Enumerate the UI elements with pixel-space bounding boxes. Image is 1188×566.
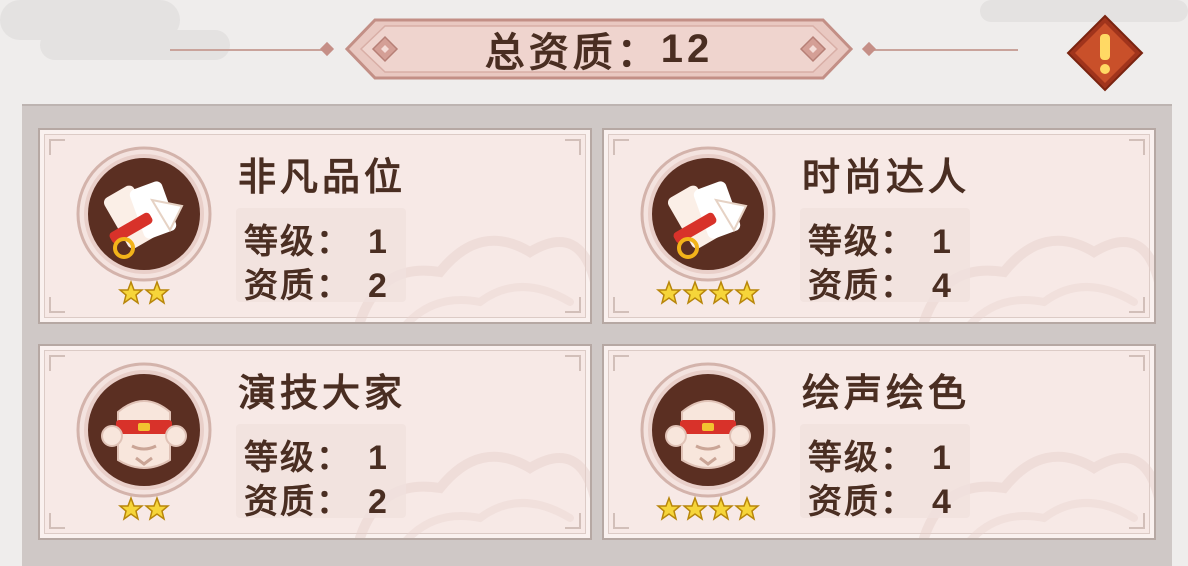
star-icon — [708, 496, 734, 521]
star-icon — [734, 496, 760, 521]
corner-ornament — [565, 139, 581, 155]
exclamation-icon — [1066, 14, 1144, 92]
corner-ornament — [1129, 139, 1145, 155]
skill-name: 时尚达人 — [802, 155, 971, 199]
quality-row: 资质： 4 — [808, 474, 953, 523]
skill-name: 绘声绘色 — [802, 371, 971, 415]
corner-ornament — [1129, 513, 1145, 529]
star-icon — [708, 280, 734, 305]
quality-label: 资质： — [808, 482, 916, 522]
level-row: 等级： 1 — [808, 214, 953, 263]
skill-card[interactable]: 演技大家 等级： 1 资质： 2 — [38, 344, 592, 540]
corner-ornament — [613, 355, 629, 371]
corner-ornament — [565, 513, 581, 529]
quality-value: 2 — [368, 483, 389, 521]
level-value: 1 — [368, 439, 389, 477]
level-label: 等级： — [808, 438, 916, 478]
skill-card[interactable]: 时尚达人 等级： 1 资质： 4 — [602, 128, 1156, 324]
star-icon — [682, 496, 708, 521]
skill-icon — [638, 144, 778, 284]
quality-value: 2 — [368, 267, 389, 305]
star-icon — [144, 496, 170, 521]
level-label: 等级： — [808, 222, 916, 262]
quality-row: 资质： 2 — [244, 258, 389, 307]
scroll-icon — [640, 146, 776, 282]
corner-ornament — [565, 355, 581, 371]
quality-value: 4 — [932, 267, 953, 305]
star-icon — [734, 280, 760, 305]
star-rating — [656, 280, 760, 306]
banner-line-right — [868, 49, 1018, 51]
corner-ornament — [565, 297, 581, 313]
opera-mask-icon — [640, 362, 776, 498]
corner-ornament — [613, 297, 629, 313]
level-value: 1 — [368, 223, 389, 261]
star-icon — [118, 496, 144, 521]
level-value: 1 — [932, 439, 953, 477]
quality-label: 资质： — [244, 482, 352, 522]
banner-dot-right — [861, 41, 877, 57]
corner-ornament — [49, 139, 65, 155]
quality-label: 资质： — [808, 266, 916, 306]
star-icon — [656, 496, 682, 521]
total-quality-value: 12 — [660, 26, 714, 71]
corner-ornament — [49, 297, 65, 313]
level-row: 等级： 1 — [244, 214, 389, 263]
corner-ornament — [1129, 355, 1145, 371]
quality-row: 资质： 4 — [808, 258, 953, 307]
star-rating — [118, 496, 170, 522]
level-value: 1 — [932, 223, 953, 261]
quality-value: 4 — [932, 483, 953, 521]
total-quality-label: 总资质： — [484, 30, 661, 76]
total-quality-banner: 总资质： 12 — [345, 18, 853, 80]
corner-ornament — [613, 139, 629, 155]
skill-name: 演技大家 — [238, 371, 407, 415]
total-quality-text: 总资质： 12 — [345, 18, 853, 80]
quality-row: 资质： 2 — [244, 474, 389, 523]
skill-card[interactable]: 非凡品位 等级： 1 资质： 2 — [38, 128, 592, 324]
level-label: 等级： — [244, 222, 352, 262]
star-rating — [118, 280, 170, 306]
corner-ornament — [49, 355, 65, 371]
star-icon — [682, 280, 708, 305]
star-icon — [144, 280, 170, 305]
star-icon — [656, 280, 682, 305]
quality-label: 资质： — [244, 266, 352, 306]
level-label: 等级： — [244, 438, 352, 478]
skill-card[interactable]: 绘声绘色 等级： 1 资质： 4 — [602, 344, 1156, 540]
corner-ornament — [613, 513, 629, 529]
skill-icon — [74, 144, 214, 284]
skill-name: 非凡品位 — [238, 155, 407, 199]
skill-icon — [638, 360, 778, 500]
star-rating — [656, 496, 760, 522]
corner-ornament — [1129, 297, 1145, 313]
level-row: 等级： 1 — [244, 430, 389, 479]
level-row: 等级： 1 — [808, 430, 953, 479]
corner-ornament — [49, 513, 65, 529]
scroll-icon — [76, 146, 212, 282]
star-icon — [118, 280, 144, 305]
banner-dot-left — [319, 41, 335, 57]
background-cloud — [40, 30, 230, 60]
banner-line-left — [170, 49, 330, 51]
opera-mask-icon — [76, 362, 212, 498]
skill-icon — [74, 360, 214, 500]
warning-button[interactable] — [1066, 14, 1144, 92]
skills-panel: 非凡品位 等级： 1 资质： 2 时尚达人 等级： 1 资质： 4 演技大家 等… — [22, 104, 1172, 566]
